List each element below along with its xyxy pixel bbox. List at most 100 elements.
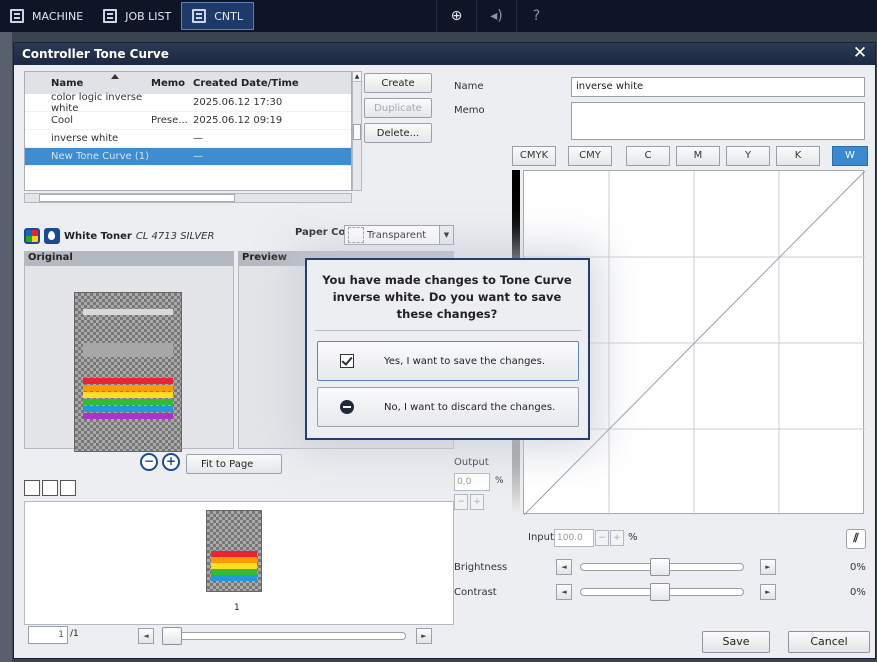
tone-curve-list: Name Memo Created Date/Time color logic … [24,71,352,191]
input-field[interactable]: 100.0 [554,529,594,547]
list-item-date: — [193,133,203,144]
input-increment-button[interactable]: + [610,530,624,546]
channel-button-m[interactable]: M [676,146,720,166]
contrast-label: Contrast [454,587,497,598]
page-number-input[interactable]: 1 [28,626,68,644]
thumbnail-page-number: 1 [234,603,240,613]
channel-button-cmy[interactable]: CMY [568,146,612,166]
page-next-icon[interactable]: ► [416,628,432,644]
single-page-icon[interactable] [42,480,58,496]
color-wheel-icon[interactable] [24,228,40,244]
window-titlebar: Controller Tone Curve ✕ [14,43,875,65]
close-icon[interactable]: ✕ [851,44,869,62]
brightness-value: 0% [850,562,866,573]
save-changes-button[interactable]: Yes, I want to save the changes. [317,341,579,381]
list-item-date: 2025.06.12 09:19 [193,115,283,126]
white-toner-value: CL 4713 SILVER [135,230,215,242]
tab-machine-label: MACHINE [32,9,84,23]
channel-button-c[interactable]: C [626,146,670,166]
contrast-decrease-icon[interactable]: ◄ [556,584,572,600]
toner-drop-icon[interactable] [44,228,60,244]
edit-view-icon[interactable] [24,480,40,496]
dialog-separator [315,330,581,331]
channel-button-w[interactable]: W [832,146,868,166]
zoom-in-icon[interactable]: + [162,453,180,471]
contrast-increase-icon[interactable]: ► [760,584,776,600]
volume-icon[interactable]: ◂) [476,0,516,32]
discard-changes-label: No, I want to discard the changes. [384,401,556,413]
list-item[interactable]: color logic inverse white 2025.06.12 17:… [25,91,351,114]
help-button[interactable]: ? [516,0,556,32]
reset-curve-icon[interactable]: ⫽ [846,529,866,549]
name-label: Name [454,81,484,92]
list-item-memo: Prese... [151,115,188,126]
tab-job-list-label: JOB LIST [125,9,172,23]
create-button[interactable]: Create [364,73,432,93]
col-memo[interactable]: Memo [151,78,193,89]
tab-cntl[interactable]: CNTL [181,2,254,30]
fit-to-page-select[interactable]: Fit to Page [186,454,282,474]
list-item-name: color logic inverse white [51,91,143,114]
cancel-button[interactable]: Cancel [788,631,870,653]
controller-icon [192,9,207,23]
scroll-thumb[interactable] [353,124,361,140]
fit-to-page-label: Fit to Page [201,458,254,470]
col-name[interactable]: Name [25,78,151,89]
list-item-selected[interactable]: New Tone Curve (1) — [25,148,351,166]
output-input[interactable]: 0.0 [454,473,490,491]
output-decrement-button[interactable]: − [454,494,468,510]
paper-color-select[interactable]: Transparent ▼ [344,225,454,245]
list-vertical-scrollbar[interactable]: ▲ [352,71,362,191]
paper-color-value: Transparent [367,229,427,241]
checkbox-icon [340,354,354,368]
input-unit: % [628,532,638,543]
system-top-bar: MACHINE JOB LIST CNTL ⊕ ◂) ? [0,0,877,32]
input-decrement-button[interactable]: − [595,530,609,546]
list-item-name: New Tone Curve (1) [51,151,150,162]
channel-button-k[interactable]: K [776,146,820,166]
save-changes-label: Yes, I want to save the changes. [384,355,545,367]
page-prev-icon[interactable]: ◄ [138,628,154,644]
spread-view-icon[interactable] [60,480,76,496]
minus-circle-icon [340,400,354,414]
window-title: Controller Tone Curve [22,47,169,61]
list-item[interactable]: Cool Prese... 2025.06.12 09:19 [25,112,351,130]
sort-ascending-icon [111,74,119,79]
dialog-message: You have made changes to Tone Curve inve… [322,273,572,321]
list-horizontal-scrollbar[interactable] [24,193,352,203]
view-mode-icons [24,480,76,496]
brightness-slider-thumb[interactable] [650,558,670,576]
output-increment-button[interactable]: + [470,494,484,510]
tab-machine[interactable]: MACHINE [0,0,93,32]
channel-button-cmyk[interactable]: CMYK [512,146,556,166]
zoom-out-icon[interactable]: − [140,453,158,471]
col-date[interactable]: Created Date/Time [193,78,323,89]
brightness-label: Brightness [454,562,508,573]
page-thumbnail[interactable] [206,510,262,592]
original-pane [24,265,234,452]
scroll-up-icon[interactable]: ▲ [353,72,361,82]
list-item-name: inverse white [51,133,119,144]
memo-field[interactable] [571,102,865,140]
brightness-decrease-icon[interactable]: ◄ [556,559,572,575]
output-label: Output [454,457,489,468]
channel-button-y[interactable]: Y [726,146,770,166]
original-pane-header: Original [24,251,234,265]
discard-changes-button[interactable]: No, I want to discard the changes. [317,387,579,427]
list-item[interactable]: inverse white — [25,130,351,148]
contrast-value: 0% [850,587,866,598]
globe-icon[interactable]: ⊕ [436,0,476,32]
duplicate-button[interactable]: Duplicate [364,98,432,118]
page-total: /1 [70,629,79,639]
page-slider-thumb[interactable] [162,627,182,645]
page-slider-track[interactable] [162,632,406,640]
save-button[interactable]: Save [702,631,770,653]
scroll-thumb[interactable] [39,194,235,202]
contrast-slider-thumb[interactable] [650,583,670,601]
paper-swatch [348,227,364,243]
brightness-increase-icon[interactable]: ► [760,559,776,575]
name-field[interactable]: inverse white [571,77,865,97]
delete-button[interactable]: Delete... [364,123,432,143]
memo-label: Memo [454,105,485,116]
tab-job-list[interactable]: JOB LIST [93,0,181,32]
